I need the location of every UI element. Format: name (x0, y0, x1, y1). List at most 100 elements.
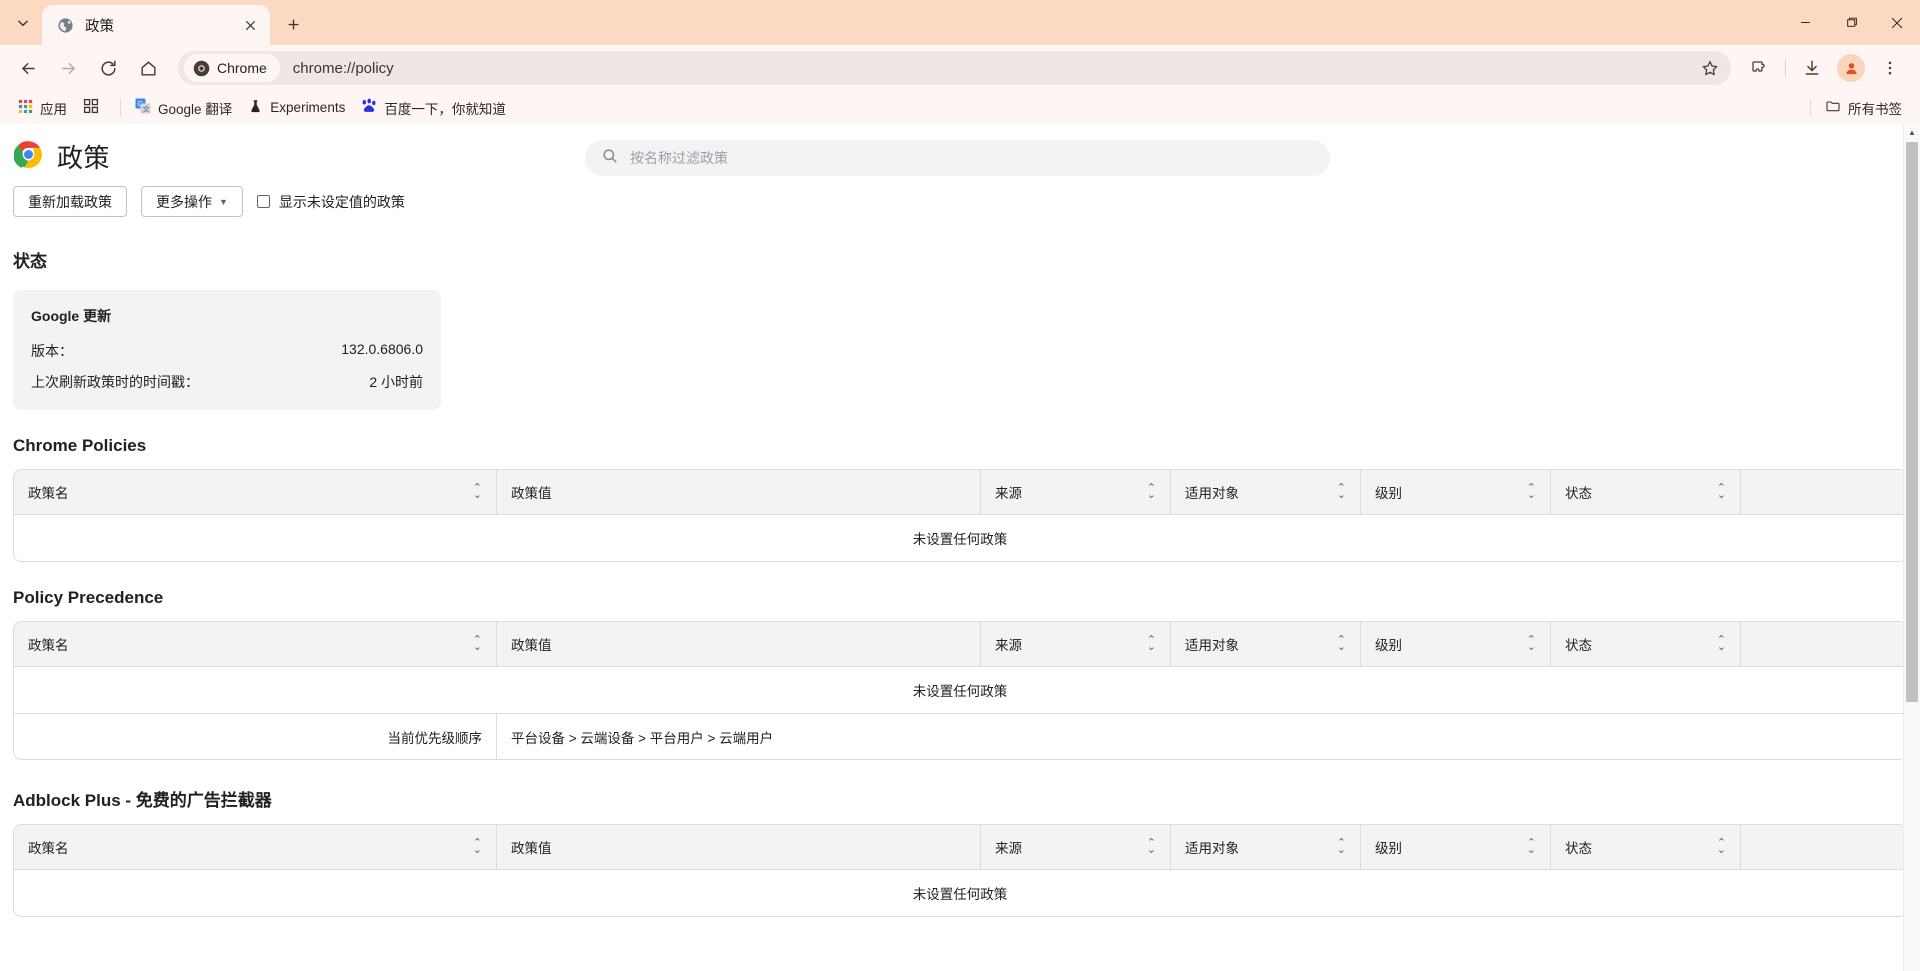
sort-arrows-icon[interactable]: ⌃ ⌄ (473, 635, 482, 653)
browser-toolbar: Chrome chrome://policy (0, 45, 1920, 91)
extensions-icon (1752, 61, 1765, 72)
status-row: 版本： 132.0.6806.0 (31, 341, 423, 361)
bookmarks-bar-right: 所有书签 (1804, 94, 1910, 122)
status-label: 上次刷新政策时的时间戳： (31, 374, 199, 390)
policy-page: 政策 重新加载政策 更多操作 ▼ 显示未设定值的政策 (0, 124, 1920, 971)
column-label: 政策名 (28, 486, 69, 501)
status-heading: 状态 (13, 252, 47, 271)
sort-arrows-icon[interactable]: ⌃ ⌄ (1527, 635, 1536, 653)
column-header-source[interactable]: 来源 ⌃ ⌄ (981, 470, 1171, 514)
chrome-scheme-chip: Chrome (184, 54, 280, 82)
policy-table-adblock-plus: 政策名 ⌃ ⌄ 政策值 来源 ⌃ ⌄ 适用对象 ⌃ ⌄ 级别 ⌃ ⌄ 状态 ⌃ … (13, 824, 1907, 917)
column-header-level[interactable]: 级别 ⌃ ⌄ (1361, 825, 1551, 869)
column-header-policy-name[interactable]: 政策名 ⌃ ⌄ (14, 825, 497, 869)
column-label: 政策名 (28, 638, 69, 653)
section-heading-chrome-policies: Chrome Policies (13, 436, 147, 455)
window-maximize-button[interactable] (1828, 0, 1874, 45)
column-header-policy-value[interactable]: 政策值 (497, 622, 981, 666)
reload-button[interactable] (91, 51, 125, 85)
column-header-source[interactable]: 来源 ⌃ ⌄ (981, 622, 1171, 666)
status-row: 上次刷新政策时的时间戳： 2 小时前 (31, 372, 423, 392)
status-value: 2 小时前 (369, 374, 423, 390)
sort-arrows-icon[interactable]: ⌃ ⌄ (1717, 483, 1726, 501)
sort-arrows-icon[interactable]: ⌃ ⌄ (1337, 838, 1346, 856)
scrollbar-thumb[interactable] (1906, 142, 1918, 702)
address-bar[interactable]: Chrome chrome://policy (178, 51, 1731, 85)
sort-arrows-icon[interactable]: ⌃ ⌄ (1527, 838, 1536, 856)
column-header-status[interactable]: 状态 ⌃ ⌄ (1551, 825, 1741, 869)
window-close-button[interactable] (1874, 0, 1920, 45)
sort-arrows-icon[interactable]: ⌃ ⌄ (1717, 635, 1726, 653)
show-unset-policies-row[interactable]: 显示未设定值的政策 (256, 192, 405, 212)
column-header-level[interactable]: 级别 ⌃ ⌄ (1361, 622, 1551, 666)
sort-arrows-icon[interactable]: ⌃ ⌄ (1147, 635, 1156, 653)
tab-search-button[interactable] (6, 6, 40, 40)
column-label: 状态 (1565, 486, 1592, 501)
policy-search-box[interactable] (585, 140, 1330, 176)
forward-button[interactable] (51, 51, 85, 85)
new-tab-button[interactable] (277, 8, 309, 40)
column-label: 适用对象 (1185, 486, 1239, 501)
sort-arrows-icon[interactable]: ⌃ ⌄ (1717, 838, 1726, 856)
tab-policy[interactable]: 政策 (42, 5, 270, 45)
back-button[interactable] (11, 51, 45, 85)
column-header-status[interactable]: 状态 ⌃ ⌄ (1551, 622, 1741, 666)
extensions-button[interactable] (1742, 51, 1776, 85)
show-unset-checkbox[interactable] (256, 195, 270, 208)
sort-arrows-icon[interactable]: ⌃ ⌄ (473, 838, 482, 856)
arrow-left-icon (21, 62, 35, 74)
page-scrollbar[interactable]: ▲ (1903, 124, 1920, 971)
table-header-row: 政策名 ⌃ ⌄ 政策值 来源 ⌃ ⌄ 适用对象 ⌃ ⌄ 级别 ⌃ ⌄ 状态 ⌃ … (14, 470, 1906, 515)
bookmark-item-baidu[interactable]: 百度一下，你就知道 (353, 94, 514, 122)
precedence-label: 当前优先级顺序 (14, 714, 497, 759)
tab-close-button[interactable] (239, 14, 261, 36)
section-heading-policy-precedence: Policy Precedence (13, 588, 164, 607)
column-header-policy-name[interactable]: 政策名 ⌃ ⌄ (14, 622, 497, 666)
status-card-title: Google 更新 (31, 308, 112, 324)
column-header-level[interactable]: 级别 ⌃ ⌄ (1361, 470, 1551, 514)
table-header-row: 政策名 ⌃ ⌄ 政策值 来源 ⌃ ⌄ 适用对象 ⌃ ⌄ 级别 ⌃ ⌄ 状态 ⌃ … (14, 622, 1906, 667)
home-button[interactable] (131, 51, 165, 85)
bookmark-star-icon[interactable] (1695, 53, 1725, 83)
downloads-button[interactable] (1795, 51, 1829, 85)
sort-arrows-icon[interactable]: ⌃ ⌄ (1147, 483, 1156, 501)
bookmark-item-apps-panel[interactable] (75, 94, 114, 121)
bookmark-item-google-translate[interactable]: G 文 Google 翻译 (127, 94, 240, 122)
column-header-policy-value[interactable]: 政策值 (497, 470, 981, 514)
bookmark-item-experiments[interactable]: Experiments (240, 95, 353, 121)
sort-arrows-icon[interactable]: ⌃ ⌄ (473, 483, 482, 501)
profile-button[interactable] (1837, 54, 1865, 82)
policy-header: 政策 (0, 124, 1920, 176)
search-input[interactable] (630, 150, 1314, 166)
column-header-applies-to[interactable]: 适用对象 ⌃ ⌄ (1171, 470, 1361, 514)
column-label: 级别 (1375, 486, 1402, 501)
sort-arrows-icon[interactable]: ⌃ ⌄ (1147, 838, 1156, 856)
chevron-down-icon (18, 20, 28, 27)
all-bookmarks-label: 所有书签 (1848, 101, 1902, 117)
more-actions-button[interactable]: 更多操作 ▼ (141, 186, 243, 217)
column-header-policy-value[interactable]: 政策值 (497, 825, 981, 869)
column-header-status[interactable]: 状态 ⌃ ⌄ (1551, 470, 1741, 514)
bookmark-item-apps[interactable]: 应用 (10, 94, 75, 122)
scrollbar-up-arrow[interactable]: ▲ (1904, 124, 1920, 141)
all-bookmarks-button[interactable]: 所有书签 (1817, 94, 1910, 122)
column-header-source[interactable]: 来源 ⌃ ⌄ (981, 825, 1171, 869)
sort-arrows-icon[interactable]: ⌃ ⌄ (1527, 483, 1536, 501)
sort-arrows-icon[interactable]: ⌃ ⌄ (1337, 635, 1346, 653)
column-header-applies-to[interactable]: 适用对象 ⌃ ⌄ (1171, 825, 1361, 869)
column-header-spacer (1741, 622, 1906, 666)
column-header-policy-name[interactable]: 政策名 ⌃ ⌄ (14, 470, 497, 514)
reload-policies-button[interactable]: 重新加载政策 (13, 186, 127, 217)
chrome-menu-button[interactable] (1873, 51, 1907, 85)
policy-search-wrap (585, 140, 1330, 176)
sort-arrows-icon[interactable]: ⌃ ⌄ (1337, 483, 1346, 501)
column-header-applies-to[interactable]: 适用对象 ⌃ ⌄ (1171, 622, 1361, 666)
window-minimize-button[interactable] (1782, 0, 1828, 45)
downloads-icon (1805, 60, 1819, 75)
column-label: 适用对象 (1185, 638, 1239, 653)
apps-grid-icon (18, 99, 33, 117)
toolbar-divider (1785, 59, 1786, 77)
column-label: 来源 (995, 841, 1022, 856)
minimize-icon (1800, 22, 1810, 23)
svg-text:文: 文 (143, 104, 150, 113)
